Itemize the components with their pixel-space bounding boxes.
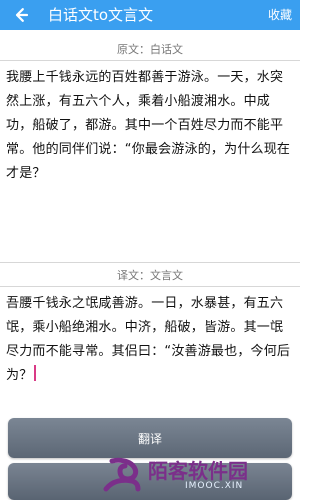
secondary-button[interactable] bbox=[8, 463, 292, 500]
source-text: 我腰上千钱永远的百姓都善于游泳。一天，水突然上涨，有五六个人，乘着小船渡湘水。中… bbox=[6, 70, 291, 181]
favorite-button[interactable]: 收藏 bbox=[268, 7, 292, 23]
divider bbox=[0, 286, 300, 287]
text-caret bbox=[34, 365, 37, 381]
back-arrow-icon[interactable] bbox=[8, 3, 32, 27]
source-text-area[interactable]: 我腰上千钱永远的百姓都善于游泳。一天，水突然上涨，有五六个人，乘着小船渡湘水。中… bbox=[6, 66, 296, 256]
bottom-actions: 翻译 bbox=[0, 418, 300, 500]
target-section-label: 译文：文言文 bbox=[0, 264, 300, 286]
divider bbox=[0, 262, 300, 263]
target-text: 吾腰千钱永之氓咸善游。一日，水暴甚，有五六氓，乘小船绝湘水。中济，船破，皆游。其… bbox=[6, 296, 291, 383]
source-section-label: 原文：白话文 bbox=[0, 38, 300, 60]
target-text-area[interactable]: 吾腰千钱永之氓咸善游。一日，水暴甚，有五六氓，乘小船绝湘水。中济，船破，皆游。其… bbox=[6, 292, 296, 396]
translate-button[interactable]: 翻译 bbox=[8, 418, 292, 458]
divider bbox=[0, 60, 300, 61]
top-app-bar: 白话文to文言文 收藏 bbox=[0, 0, 300, 30]
page-title: 白话文to文言文 bbox=[48, 6, 154, 24]
